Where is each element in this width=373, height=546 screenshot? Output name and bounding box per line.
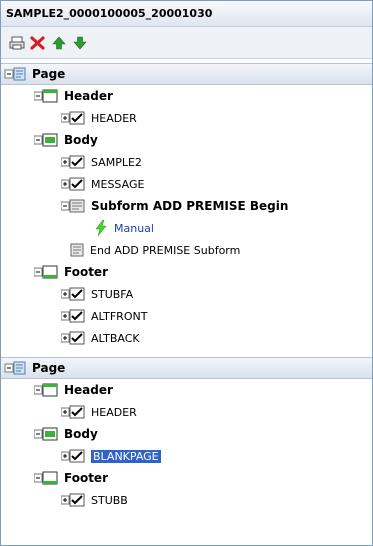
tree-item-label: MESSAGE [91, 177, 145, 191]
tree-item-selected[interactable]: BLANKPAGE [61, 445, 161, 467]
checked-item-icon[interactable] [61, 309, 85, 323]
tree-node-header[interactable]: Header [34, 379, 113, 401]
tree-node-footer[interactable]: Footer [34, 467, 108, 489]
delete-button[interactable] [28, 33, 48, 53]
tree-item-manual[interactable]: Manual [94, 217, 154, 239]
move-up-button[interactable] [49, 33, 69, 53]
tree-item-label: HEADER [91, 111, 137, 125]
checked-item-icon[interactable] [61, 155, 85, 169]
subform-end-icon [70, 243, 84, 257]
tree-item[interactable]: STUBFA [61, 283, 133, 305]
header-section-icon [34, 89, 58, 103]
checked-item-icon[interactable] [61, 177, 85, 191]
tree-node-subform[interactable]: Subform ADD PREMISE Begin [61, 195, 288, 217]
structure-tree: Page Header HEADER Body SAMPLE2 MESSAGE … [1, 59, 372, 545]
checked-item-icon[interactable] [61, 331, 85, 345]
tree-item[interactable]: ALTFRONT [61, 305, 147, 327]
tree-item-label: SAMPLE2 [91, 155, 142, 169]
tree-item[interactable]: MESSAGE [61, 173, 144, 195]
print-icon [9, 36, 25, 50]
lightning-icon [94, 220, 108, 236]
tree-item-label: BLANKPAGE [91, 449, 161, 463]
body-label: Body [64, 133, 98, 147]
subform-label: Subform ADD PREMISE Begin [91, 199, 289, 213]
window-title: SAMPLE2_0000100005_20001030 [1, 1, 372, 27]
delete-icon [30, 36, 45, 50]
footer-label: Footer [64, 471, 108, 485]
checked-item-icon[interactable] [61, 111, 85, 125]
header-section-icon [34, 383, 58, 397]
tree-node-subform-end[interactable]: End ADD PREMISE Subform [70, 239, 240, 261]
move-down-icon [73, 36, 87, 50]
footer-label: Footer [64, 265, 108, 279]
tree-item[interactable]: STUBB [61, 489, 128, 511]
header-label: Header [64, 383, 113, 397]
body-section-icon [34, 133, 58, 147]
header-label: Header [64, 89, 113, 103]
tree-item-label: STUBB [91, 493, 128, 507]
tree-item-label: ALTBACK [91, 331, 140, 345]
tree-node-body[interactable]: Body [34, 129, 98, 151]
tree-node-page[interactable]: Page [4, 63, 65, 85]
checked-item-icon[interactable] [61, 449, 85, 463]
checked-item-icon[interactable] [61, 405, 85, 419]
page-label: Page [32, 67, 66, 81]
tree-item[interactable]: ALTBACK [61, 327, 140, 349]
print-button[interactable] [7, 33, 27, 53]
checked-item-icon[interactable] [61, 493, 85, 507]
body-section-icon [34, 427, 58, 441]
tree-item-label: STUBFA [91, 287, 134, 301]
subform-end-label: End ADD PREMISE Subform [90, 243, 241, 257]
tree-item-label: ALTFRONT [91, 309, 148, 323]
toolbar [1, 27, 372, 59]
tree-node-body[interactable]: Body [34, 423, 98, 445]
tree-node-footer[interactable]: Footer [34, 261, 108, 283]
tree-item[interactable]: HEADER [61, 107, 137, 129]
subform-icon [61, 199, 85, 213]
tree-node-header[interactable]: Header [34, 85, 113, 107]
footer-section-icon [34, 471, 58, 485]
move-down-button[interactable] [70, 33, 90, 53]
tree-node-page[interactable]: Page [4, 357, 65, 379]
tree-item-label: HEADER [91, 405, 137, 419]
footer-section-icon [34, 265, 58, 279]
manual-label: Manual [114, 221, 154, 235]
checked-item-icon[interactable] [61, 287, 85, 301]
move-up-icon [52, 36, 66, 50]
page-collapse-icon[interactable] [4, 361, 26, 375]
page-label: Page [32, 361, 66, 375]
tree-item[interactable]: SAMPLE2 [61, 151, 142, 173]
page-collapse-icon[interactable] [4, 67, 26, 81]
body-label: Body [64, 427, 98, 441]
document-structure-window: SAMPLE2_0000100005_20001030 Page Header … [0, 0, 373, 546]
tree-item[interactable]: HEADER [61, 401, 137, 423]
